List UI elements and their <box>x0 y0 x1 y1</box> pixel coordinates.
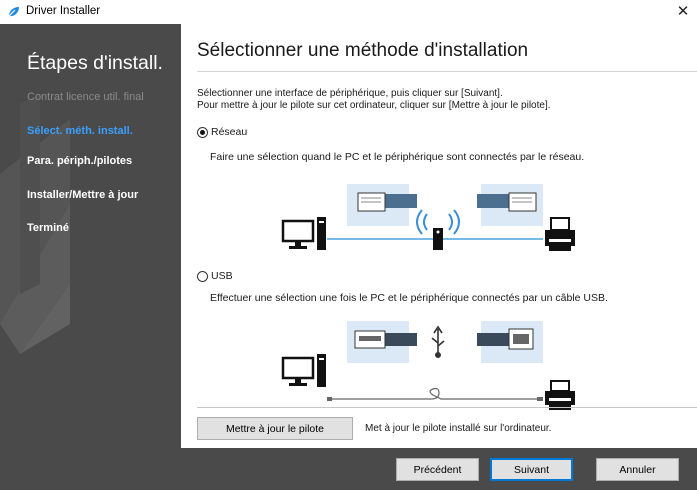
page-title: Sélectionner une méthode d'installation <box>197 40 529 61</box>
next-button[interactable]: Suivant <box>490 458 573 481</box>
usb-radio-label: USB <box>211 270 233 282</box>
title-divider <box>197 71 697 72</box>
step-finished: Terminé <box>27 222 69 234</box>
usb-description: Effectuer une sélection une fois le PC e… <box>210 292 608 304</box>
update-driver-button[interactable]: Mettre à jour le pilote <box>197 417 353 440</box>
step-device-driver-settings: Para. périph./pilotes <box>27 155 133 167</box>
step-eula: Contrat licence util. final <box>27 91 144 103</box>
title-bar: Driver Installer ✕ <box>0 0 697 25</box>
usb-illustration <box>281 321 575 410</box>
update-divider <box>197 407 697 408</box>
update-driver-description: Met à jour le pilote installé sur l'ordi… <box>365 423 552 434</box>
network-radio-label: Réseau <box>211 126 248 138</box>
window-title: Driver Installer <box>26 5 101 17</box>
network-description: Faire une sélection quand le PC et le pé… <box>210 151 585 163</box>
computer-icon <box>281 217 326 250</box>
usb-symbol-icon <box>431 325 445 358</box>
network-radio-button[interactable] <box>197 126 208 138</box>
steps-sidebar: Étapes d'install. Contrat licence util. … <box>0 24 181 448</box>
printer-icon <box>545 217 575 251</box>
sidebar-decoration <box>0 94 70 354</box>
cancel-button[interactable]: Annuler <box>596 458 679 481</box>
intro-text: Sélectionner une interface de périphériq… <box>197 88 551 112</box>
driver-installer-app-icon <box>8 7 19 17</box>
usb-a-connector-icon <box>354 330 417 349</box>
footer-bar: Précédent Suivant Annuler <box>0 448 697 490</box>
usb-radio-button[interactable] <box>197 270 208 282</box>
router-wifi-icon <box>416 209 460 250</box>
usb-printer-icon <box>545 380 575 410</box>
usb-computer-icon <box>281 354 326 387</box>
network-radio-option[interactable]: Réseau <box>197 126 247 138</box>
intro-line-2: Pour mettre à jour le pilote sur cet ord… <box>197 100 551 111</box>
close-icon[interactable]: ✕ <box>673 2 693 22</box>
network-illustration <box>281 184 575 251</box>
step-select-method: Sélect. méth. install. <box>27 125 133 137</box>
usb-cable-line <box>327 387 543 400</box>
sidebar-title: Étapes d'install. <box>27 52 163 74</box>
step-install-update: Installer/Mettre à jour <box>27 189 139 201</box>
usb-radio-option[interactable]: USB <box>197 270 233 282</box>
main-panel: Sélectionner une méthode d'installation … <box>181 24 697 448</box>
previous-button[interactable]: Précédent <box>396 458 479 481</box>
intro-line-1: Sélectionner une interface de périphériq… <box>197 88 503 99</box>
